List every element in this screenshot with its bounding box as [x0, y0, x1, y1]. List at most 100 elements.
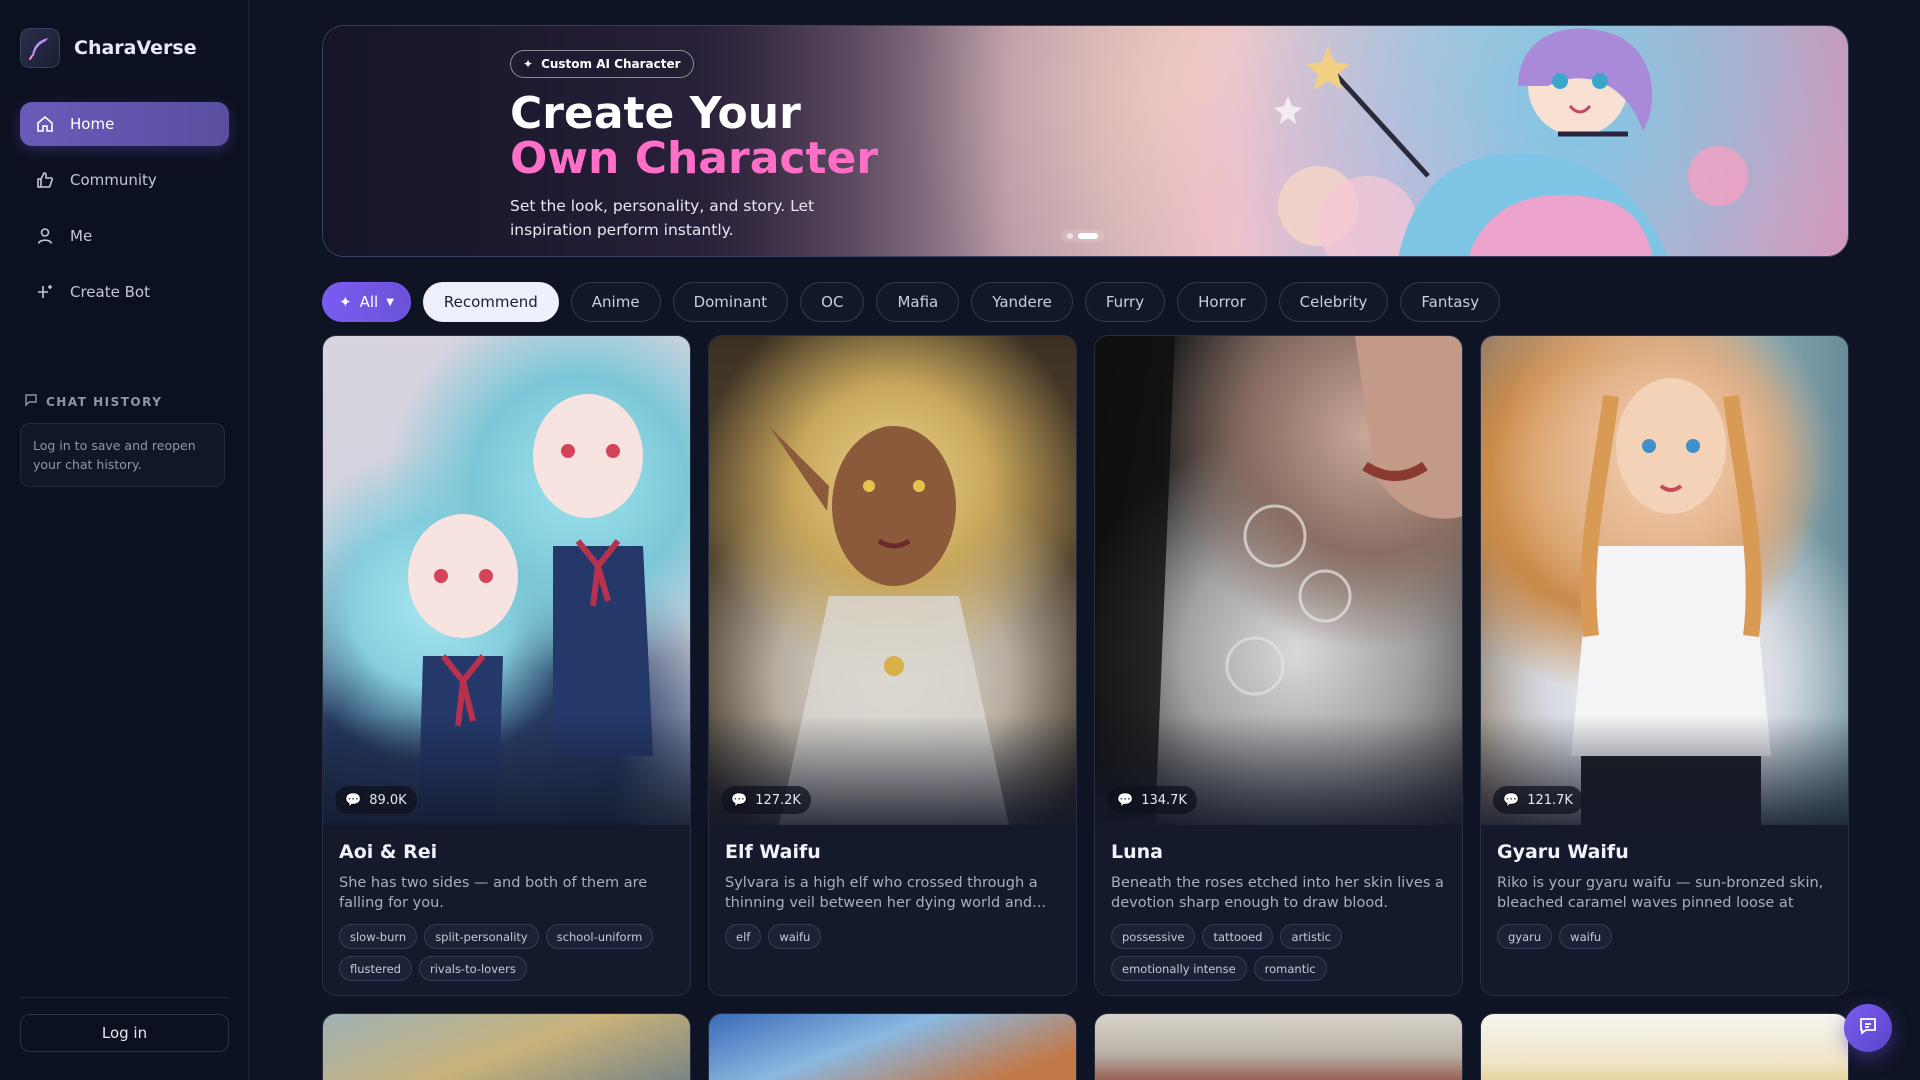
- hero-title-line2: Own Character: [510, 133, 879, 184]
- filter-chip-recommend[interactable]: Recommend: [422, 282, 559, 322]
- chat-count: 127.2K: [755, 792, 801, 808]
- tag[interactable]: possessive: [1111, 924, 1196, 949]
- main-nav: Home Community Me Create Bot: [20, 102, 229, 326]
- character-card[interactable]: 💬 89.0K Aoi & Rei She has two sides — an…: [322, 335, 691, 996]
- carousel-dot[interactable]: [1067, 233, 1073, 239]
- tag[interactable]: waifu: [1559, 924, 1613, 949]
- character-name: Elf Waifu: [725, 841, 821, 863]
- home-icon: [34, 113, 56, 135]
- nav-item-create-bot[interactable]: Create Bot: [20, 270, 229, 314]
- character-image: [1481, 336, 1848, 825]
- message-icon: 💬: [731, 792, 748, 808]
- chat-count-badge: 💬 121.7K: [1493, 786, 1583, 814]
- character-name: Luna: [1111, 841, 1163, 863]
- carousel-dots: [1061, 230, 1104, 242]
- tag[interactable]: gyaru: [1497, 924, 1553, 949]
- message-icon: 💬: [1503, 792, 1520, 808]
- character-card-peek[interactable]: [1480, 1013, 1849, 1080]
- chat-fab-button[interactable]: [1844, 1004, 1892, 1052]
- character-description: Sylvara is a high elf who crossed throug…: [725, 875, 1046, 911]
- sparkle-icon: ✦: [339, 293, 352, 311]
- nav-item-label: Me: [70, 227, 93, 245]
- chat-icon: [1857, 1015, 1879, 1041]
- nav-item-label: Community: [70, 171, 157, 189]
- caret-down-icon: ▼: [386, 296, 394, 308]
- filter-all-label: All: [359, 293, 379, 311]
- character-grid-row-2: [322, 1013, 1849, 1080]
- tag[interactable]: slow-burn: [339, 924, 418, 949]
- login-button[interactable]: Log in: [20, 1014, 229, 1052]
- tag[interactable]: school-uniform: [545, 924, 654, 949]
- message-icon: 💬: [345, 792, 362, 808]
- nav-item-me[interactable]: Me: [20, 214, 229, 258]
- chat-history-heading: CHAT HISTORY: [24, 393, 162, 410]
- filter-chip-horror[interactable]: Horror: [1177, 282, 1267, 322]
- filter-all-dropdown[interactable]: ✦ All ▼: [322, 282, 411, 322]
- nav-item-label: Create Bot: [70, 283, 150, 301]
- feather-logo-icon: [20, 28, 60, 68]
- filter-chip-yandere[interactable]: Yandere: [971, 282, 1073, 322]
- tag[interactable]: artistic: [1280, 924, 1342, 949]
- sparkle-plus-icon: [34, 281, 56, 303]
- tag[interactable]: rivals-to-lovers: [418, 956, 527, 981]
- category-filter: ✦ All ▼ Recommend Anime Dominant OC Mafi…: [322, 282, 1501, 322]
- character-card-peek[interactable]: [1094, 1013, 1463, 1080]
- hero-badge-label: Custom AI Character: [541, 57, 681, 71]
- character-name: Aoi & Rei: [339, 841, 438, 863]
- filter-chip-mafia[interactable]: Mafia: [876, 282, 960, 322]
- character-image: [709, 336, 1076, 825]
- tag[interactable]: waifu: [768, 924, 822, 949]
- tag-list: elf waifu: [725, 924, 1060, 949]
- tag-list: possessive tattooed artistic emotionally…: [1111, 924, 1446, 981]
- character-description: She has two sides — and both of them are…: [339, 875, 648, 911]
- filter-chip-fantasy[interactable]: Fantasy: [1400, 282, 1501, 322]
- chat-count: 89.0K: [369, 792, 407, 808]
- character-card-peek[interactable]: [708, 1013, 1077, 1080]
- chat-count-badge: 💬 89.0K: [335, 786, 417, 814]
- tag[interactable]: tattooed: [1202, 924, 1274, 949]
- character-description: Beneath the roses etched into her skin l…: [1111, 875, 1444, 911]
- character-grid: 💬 89.0K Aoi & Rei She has two sides — an…: [322, 335, 1849, 996]
- nav-item-home[interactable]: Home: [20, 102, 229, 146]
- character-description: Riko is your gyaru waifu — sun-bronzed s…: [1497, 875, 1824, 911]
- character-card[interactable]: 💬 127.2K Elf Waifu Sylvara is a high elf…: [708, 335, 1077, 996]
- character-card-peek[interactable]: [322, 1013, 691, 1080]
- filter-chip-oc[interactable]: OC: [800, 282, 865, 322]
- character-image: [1095, 336, 1462, 825]
- chat-history-title: CHAT HISTORY: [46, 394, 163, 409]
- hero-content: ✦ Custom AI Character Create Your Own Ch…: [510, 50, 878, 242]
- chat-count-badge: 💬 134.7K: [1107, 786, 1197, 814]
- carousel-dot-active[interactable]: [1078, 233, 1098, 239]
- character-image: [323, 336, 690, 825]
- sidebar: CharaVerse Home Community Me Create Bot: [0, 0, 249, 1080]
- sidebar-divider: [20, 997, 229, 998]
- character-card[interactable]: 💬 121.7K Gyaru Waifu Riko is your gyaru …: [1480, 335, 1849, 996]
- chat-bubble-icon: [24, 393, 38, 410]
- filter-chip-furry[interactable]: Furry: [1084, 282, 1166, 322]
- tag[interactable]: split-personality: [424, 924, 539, 949]
- filter-chip-dominant[interactable]: Dominant: [672, 282, 789, 322]
- tag[interactable]: romantic: [1253, 956, 1327, 981]
- nav-item-community[interactable]: Community: [20, 158, 229, 202]
- hero-banner[interactable]: ✦ Custom AI Character Create Your Own Ch…: [322, 25, 1849, 257]
- brand[interactable]: CharaVerse: [20, 28, 197, 68]
- chat-count-badge: 💬 127.2K: [721, 786, 811, 814]
- chat-count: 134.7K: [1141, 792, 1187, 808]
- chat-count: 121.7K: [1527, 792, 1573, 808]
- tag[interactable]: emotionally intense: [1111, 956, 1247, 981]
- brand-name: CharaVerse: [74, 37, 197, 59]
- filter-chip-anime[interactable]: Anime: [570, 282, 661, 322]
- message-icon: 💬: [1117, 792, 1134, 808]
- tag[interactable]: flustered: [339, 956, 412, 981]
- hero-badge: ✦ Custom AI Character: [510, 50, 694, 78]
- tag-list: gyaru waifu: [1497, 924, 1832, 949]
- character-card[interactable]: 💬 134.7K Luna Beneath the roses etched i…: [1094, 335, 1463, 996]
- character-name: Gyaru Waifu: [1497, 841, 1629, 863]
- sparkle-icon: ✦: [523, 57, 534, 71]
- filter-chip-celebrity[interactable]: Celebrity: [1278, 282, 1389, 322]
- chat-history-empty: Log in to save and reopen your chat hist…: [20, 423, 225, 487]
- tag[interactable]: elf: [725, 924, 762, 949]
- nav-item-label: Home: [70, 115, 115, 133]
- user-icon: [34, 225, 56, 247]
- hero-illustration: [1274, 28, 1748, 256]
